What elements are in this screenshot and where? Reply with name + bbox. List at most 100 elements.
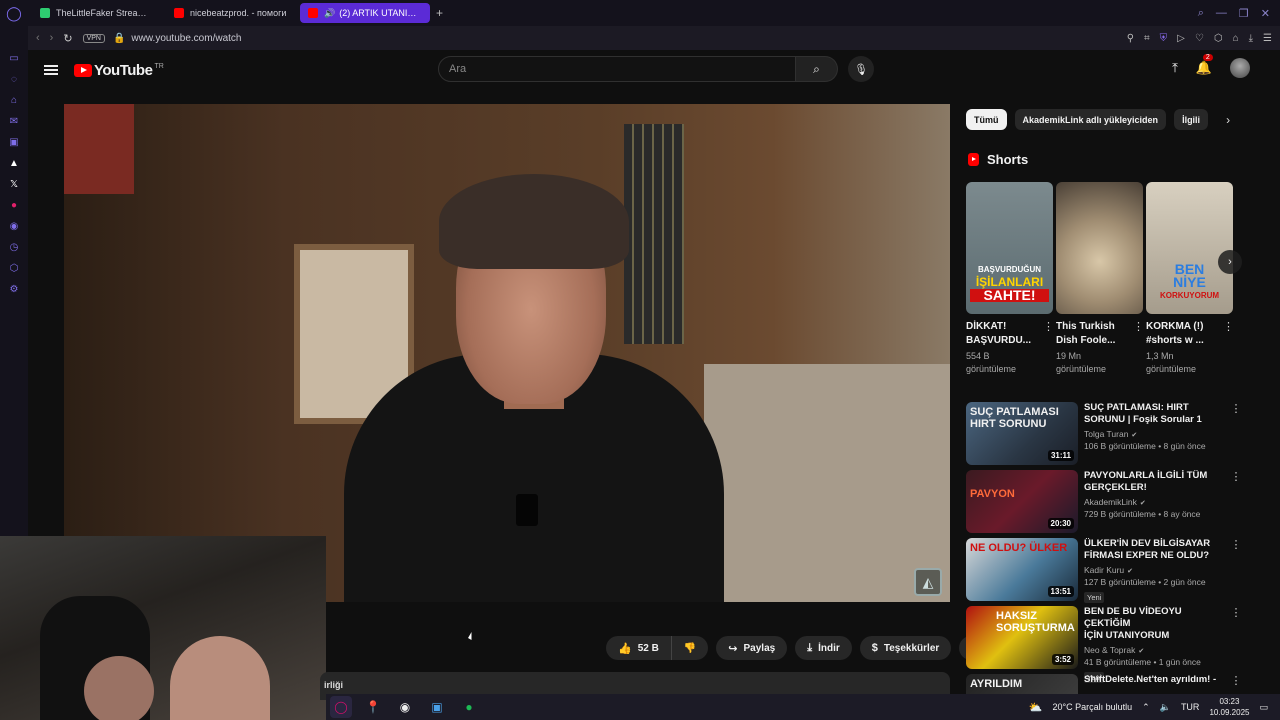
share-button[interactable]: ↪ Paylaş bbox=[716, 636, 788, 660]
back-icon[interactable]: ‹ bbox=[36, 32, 40, 44]
chip-all[interactable]: Tümü bbox=[966, 109, 1007, 130]
easy-setup-icon[interactable]: ☰ bbox=[1263, 33, 1272, 44]
short-thumbnail[interactable] bbox=[1056, 182, 1143, 314]
sidebar-app-icon[interactable]: ▲ bbox=[8, 157, 20, 169]
file-explorer-icon[interactable]: ▣ bbox=[426, 696, 448, 718]
lock-icon[interactable]: 🔒 bbox=[113, 33, 125, 44]
video-title[interactable]: BEN DE BU VİDEOYU ÇEKTİĞİM İÇİN UTANIYORU… bbox=[1084, 606, 1230, 642]
player-sidebar-icon[interactable]: ◉ bbox=[8, 220, 20, 232]
obs-app-icon[interactable]: ◉ bbox=[394, 696, 416, 718]
bell-icon[interactable]: 🔔 2 bbox=[1196, 54, 1213, 76]
video-thumbnail[interactable]: HAKSIZ SORUŞTURMA 3:52 bbox=[966, 606, 1078, 669]
more-options-icon[interactable]: ⋮ bbox=[1230, 470, 1242, 538]
channel-watermark-icon[interactable]: ◭ bbox=[914, 568, 942, 596]
download-button[interactable]: ⤓ İndir bbox=[795, 636, 852, 660]
video-player[interactable]: ◭ bbox=[64, 104, 950, 602]
thanks-button[interactable]: $ Teşekkürler bbox=[859, 636, 952, 660]
like-button[interactable]: 👍 52 B bbox=[606, 636, 672, 660]
video-title[interactable]: ShiftDelete.Net'ten ayrıldım! - bbox=[1084, 674, 1230, 686]
more-options-icon[interactable]: ⋮ bbox=[1230, 606, 1242, 674]
music-icon[interactable]: ● bbox=[8, 199, 20, 211]
short-item[interactable]: BAŞVURDUĞUN İŞİLANLARI SAHTE! DİKKAT! BAŞ… bbox=[966, 182, 1054, 376]
more-options-icon[interactable]: ⋮ bbox=[1230, 538, 1242, 606]
close-icon[interactable]: ✕ bbox=[1261, 7, 1270, 20]
short-thumbnail[interactable]: BEN NİYE KORKUYORUM bbox=[1146, 182, 1233, 314]
short-item[interactable]: BEN NİYE KORKUYORUM KORKMA (!) #shorts w … bbox=[1146, 182, 1234, 376]
extensions-icon[interactable]: ⬡ bbox=[1214, 33, 1223, 44]
chat-icon[interactable]: ◌ bbox=[8, 73, 20, 85]
player-icon[interactable]: ▷ bbox=[1177, 33, 1185, 44]
minimize-icon[interactable]: — bbox=[1216, 7, 1227, 20]
opera-app-icon[interactable]: ◯ bbox=[330, 696, 352, 718]
url-field[interactable]: www.youtube.com/watch bbox=[131, 33, 241, 44]
short-title[interactable]: KORKMA (!) #shorts w ... bbox=[1146, 320, 1223, 348]
more-options-icon[interactable]: ⋮ bbox=[1043, 320, 1054, 376]
search-button[interactable]: ⌕ bbox=[796, 56, 838, 82]
voice-search-button[interactable]: 🎙 bbox=[848, 56, 874, 82]
aria-icon[interactable]: ▭ bbox=[8, 52, 20, 64]
maximize-icon[interactable]: ❐ bbox=[1239, 7, 1249, 20]
short-thumbnail[interactable]: BAŞVURDUĞUN İŞİLANLARI SAHTE! bbox=[966, 182, 1053, 314]
wallet-icon[interactable]: ⌂ bbox=[1233, 33, 1239, 44]
video-title[interactable]: ÜLKER'İN DEV BİLGİSAYAR FİRMASI EXPER NE … bbox=[1084, 538, 1230, 562]
search-tabs-icon[interactable]: ⌕ bbox=[1198, 7, 1204, 20]
shorts-next-chevron-icon[interactable]: › bbox=[1218, 250, 1242, 274]
video-title[interactable]: SUÇ PATLAMASI: HIRT SORUNU | Foşik Sorula… bbox=[1084, 402, 1230, 426]
tab-thelittlefaker[interactable]: TheLittleFaker Stream - W bbox=[32, 3, 162, 23]
chip-from-uploader[interactable]: AkademikLink adlı yükleyiciden bbox=[1014, 109, 1167, 130]
download-icon[interactable]: ⤓ bbox=[1249, 33, 1253, 44]
workspace-icon[interactable]: ⌂ bbox=[8, 94, 20, 106]
tab-nicebeatzprod[interactable]: nicebeatzprod. - помоги bbox=[166, 3, 296, 23]
snapshot-icon[interactable]: ⌗ bbox=[1144, 33, 1150, 44]
weather-text[interactable]: 20°C Parçalı bulutlu bbox=[1053, 702, 1133, 712]
video-thumbnail[interactable]: PAVYON 20:30 bbox=[966, 470, 1078, 533]
heart-icon[interactable]: ♡ bbox=[1195, 33, 1204, 44]
weather-icon[interactable]: ⛅ bbox=[1029, 701, 1043, 714]
volume-icon[interactable]: 🔈 bbox=[1160, 702, 1171, 713]
bookmark-pin-icon[interactable]: ⚲ bbox=[1127, 33, 1134, 44]
upload-icon[interactable]: ⤒ bbox=[1172, 60, 1178, 76]
language-indicator[interactable]: TUR bbox=[1181, 702, 1200, 712]
x-twitter-icon[interactable]: 𝕏 bbox=[8, 178, 20, 190]
settings-icon[interactable]: ⚙ bbox=[8, 283, 20, 295]
search-input[interactable] bbox=[438, 56, 796, 82]
maps-app-icon[interactable]: 📍 bbox=[362, 696, 384, 718]
youtube-logo[interactable]: YouTube TR bbox=[74, 62, 164, 79]
forward-icon[interactable]: › bbox=[50, 32, 54, 44]
more-options-icon[interactable]: ⋮ bbox=[1223, 320, 1234, 376]
adblock-shield-icon[interactable]: ⛨ bbox=[1160, 33, 1168, 44]
channel-name[interactable]: AkademikLink ✔ bbox=[1084, 497, 1230, 507]
notifications-icon[interactable]: ▭ bbox=[1259, 702, 1268, 713]
short-item[interactable]: This Turkish Dish Foole... 19 Mn görüntüle… bbox=[1056, 182, 1144, 376]
tab-artik-utaniyorum[interactable]: 🔊 (2) ARTIK UTANIYORU bbox=[300, 3, 430, 23]
channel-name[interactable]: Kadir Kuru ✔ bbox=[1084, 565, 1230, 575]
reload-icon[interactable]: ↻ bbox=[63, 32, 72, 45]
list-item[interactable]: SUÇ PATLAMASI HIRT SORUNU 31:11 SUÇ PATL… bbox=[966, 402, 1242, 470]
messenger-icon[interactable]: ✉ bbox=[8, 115, 20, 127]
extensions-sidebar-icon[interactable]: ⬡ bbox=[8, 262, 20, 274]
video-thumbnail[interactable]: NE OLDU? ÜLKER 13:51 bbox=[966, 538, 1078, 601]
chip-related[interactable]: İlgili bbox=[1174, 109, 1209, 130]
avatar[interactable] bbox=[1230, 58, 1250, 78]
history-icon[interactable]: ◷ bbox=[8, 241, 20, 253]
chevron-up-icon[interactable]: ⌃ bbox=[1142, 702, 1150, 713]
more-options-icon[interactable]: ⋮ bbox=[1230, 402, 1242, 470]
short-title[interactable]: DİKKAT! BAŞVURDU... bbox=[966, 320, 1043, 348]
speaker-icon[interactable]: 🔊 bbox=[324, 8, 335, 19]
list-item[interactable]: HAKSIZ SORUŞTURMA 3:52 BEN DE BU VİDEOYU… bbox=[966, 606, 1242, 683]
clock[interactable]: 03:23 10.09.2025 bbox=[1209, 696, 1249, 718]
list-item[interactable]: PAVYON 20:30 PAVYONLARLA İLGİLİ TÜM GERÇE… bbox=[966, 470, 1242, 538]
menu-icon[interactable] bbox=[44, 65, 58, 75]
channel-name[interactable]: Tolga Turan ✔ bbox=[1084, 429, 1230, 439]
video-title[interactable]: PAVYONLARLA İLGİLİ TÜM GERÇEKLER! bbox=[1084, 470, 1230, 494]
list-item[interactable]: NE OLDU? ÜLKER 13:51 ÜLKER'İN DEV BİLGİS… bbox=[966, 538, 1242, 606]
opera-logo-icon[interactable]: ◯ bbox=[0, 0, 28, 26]
channel-name[interactable]: Neo & Toprak ✔ bbox=[1084, 645, 1230, 655]
chevron-right-icon[interactable]: › bbox=[1226, 113, 1230, 127]
whatsapp-icon[interactable]: ▣ bbox=[8, 136, 20, 148]
more-options-icon[interactable]: ⋮ bbox=[1133, 320, 1144, 376]
video-thumbnail[interactable]: SUÇ PATLAMASI HIRT SORUNU 31:11 bbox=[966, 402, 1078, 465]
spotify-icon[interactable]: ● bbox=[458, 696, 480, 718]
short-title[interactable]: This Turkish Dish Foole... bbox=[1056, 320, 1133, 348]
vpn-badge[interactable]: VPN bbox=[82, 33, 105, 43]
